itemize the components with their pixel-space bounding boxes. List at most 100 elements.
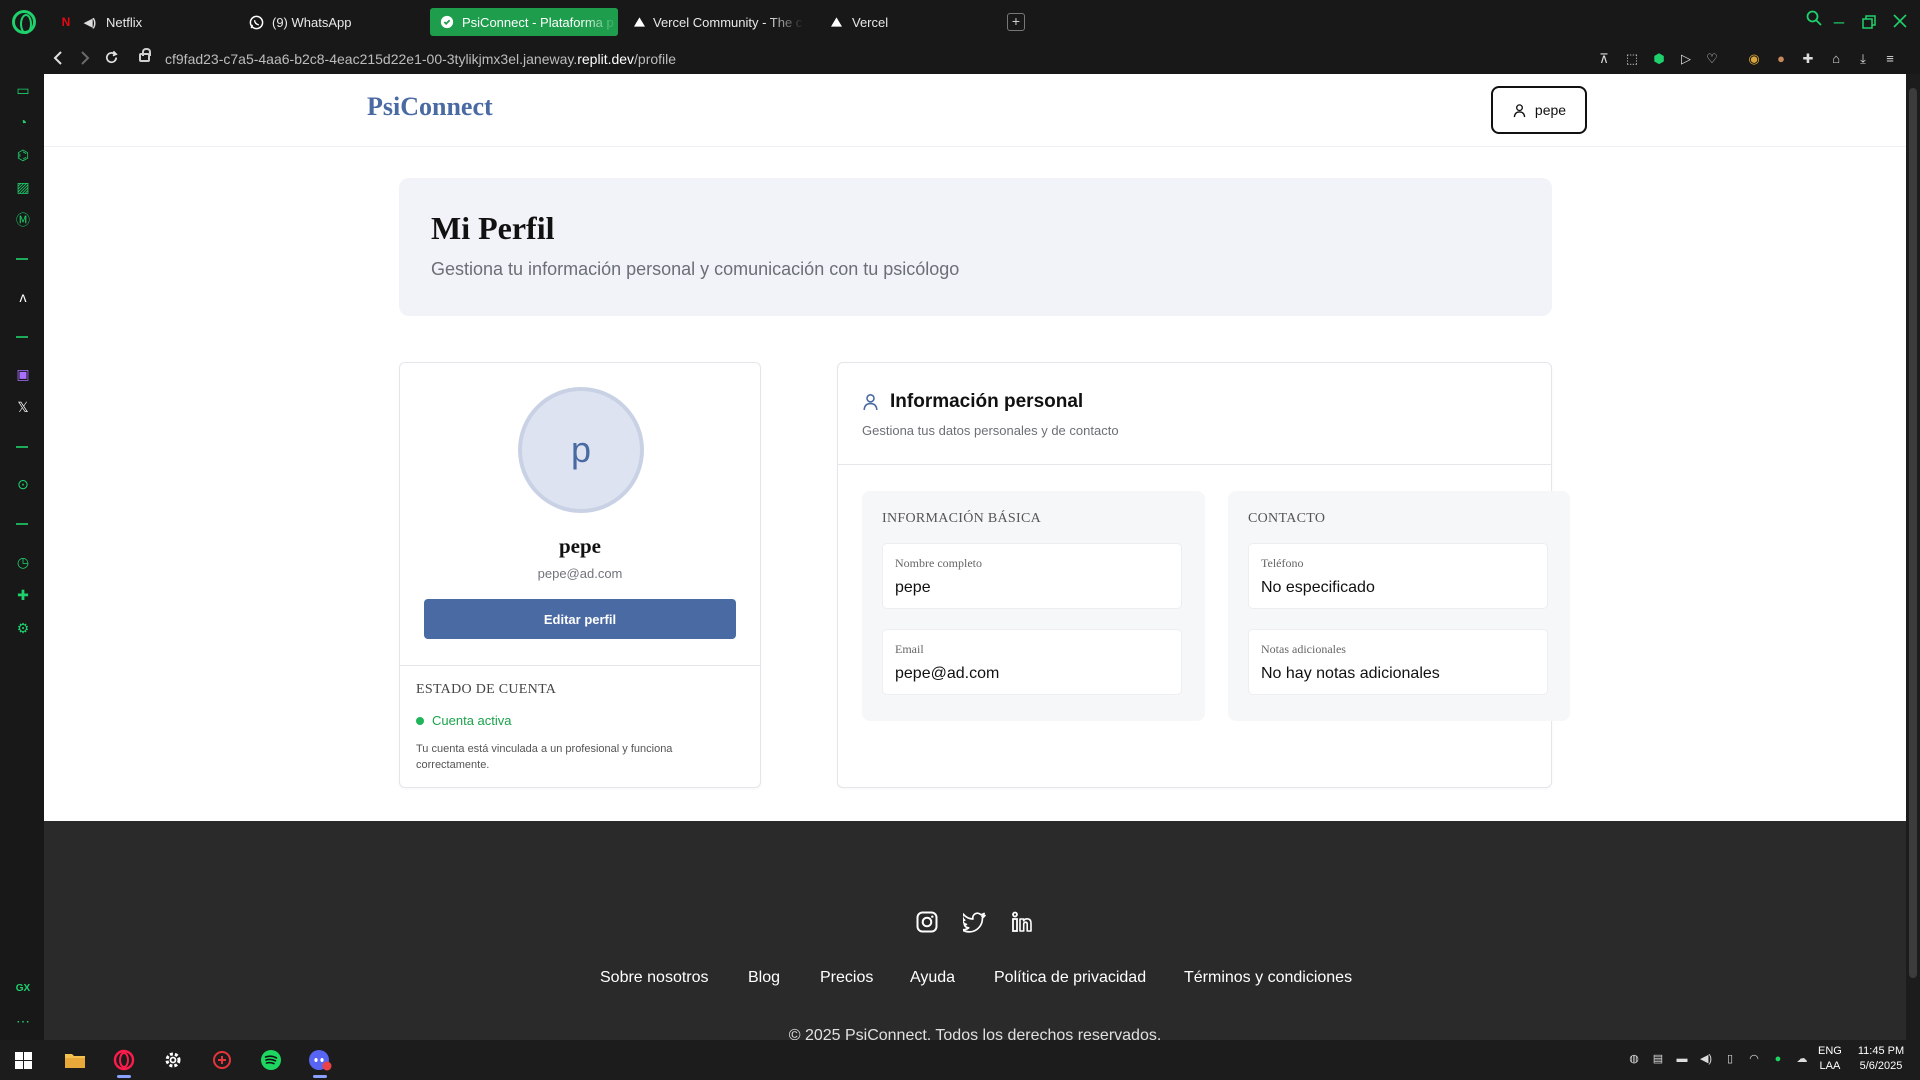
url-field[interactable]: cf9fad23-c7a5-4aa6-b2c8-4eac215d22e1-00-… xyxy=(165,51,676,67)
windows-taskbar: ◍ ▤ ▬ ◀) ▯ ◠ ● ☁ ENG LAA 11:45 PM 5/6/20… xyxy=(0,1040,1920,1080)
whatsapp-icon xyxy=(248,14,264,30)
account-status-note: Tu cuenta está vinculada a un profesiona… xyxy=(416,743,673,771)
language-indicator[interactable]: ENG LAA xyxy=(1818,1044,1842,1074)
netflix-icon: N xyxy=(61,15,71,29)
user-menu-button[interactable]: pepe xyxy=(1491,86,1587,134)
minimize-button[interactable]: _ xyxy=(1834,4,1844,25)
status-dot-icon xyxy=(416,716,424,725)
new-tab-button[interactable]: + xyxy=(1007,13,1025,31)
footer-link-privacy[interactable]: Política de privacidad xyxy=(994,969,1146,987)
tab-whatsapp[interactable]: (9) WhatsApp xyxy=(238,8,420,36)
music-icon[interactable]: Ⓜ xyxy=(14,211,32,229)
phone-field: Teléfono No especificado xyxy=(1248,543,1548,609)
cookie-icon[interactable]: ● xyxy=(1773,51,1789,67)
onedrive-icon[interactable]: ☁ xyxy=(1795,1052,1809,1066)
opera-logo-icon[interactable] xyxy=(12,10,36,34)
field-label: Teléfono xyxy=(1261,556,1304,570)
field-value: No especificado xyxy=(1261,579,1375,596)
user-icon xyxy=(1513,103,1526,117)
wifi-icon[interactable]: ◠ xyxy=(1747,1052,1761,1066)
site-footer: Sobre nosotros Blog Precios Ayuda Políti… xyxy=(44,821,1906,1040)
pin-icon[interactable]: ⊼ xyxy=(1596,51,1612,67)
shield-icon[interactable]: ⬢ xyxy=(1651,51,1667,67)
basic-info-panel: INFORMACIÓN BÁSICA Nombre completo pepe … xyxy=(862,491,1205,721)
spotify-tray-icon[interactable]: ● xyxy=(1771,1052,1785,1066)
footer-link-blog[interactable]: Blog xyxy=(748,969,780,987)
gx-corner-icon[interactable]: ▨ xyxy=(14,178,32,196)
avatar: p xyxy=(518,387,644,513)
user-menu-label: pepe xyxy=(1534,102,1567,118)
game-launcher-icon[interactable] xyxy=(207,1046,237,1074)
screen: N ◀) Netflix (9) WhatsApp PsiConnect - P… xyxy=(0,0,1920,1080)
more-icon[interactable]: ⋯ xyxy=(14,1012,32,1030)
wallet-icon[interactable]: ⌂ xyxy=(1828,51,1844,67)
extension-icon[interactable]: ◉ xyxy=(1746,51,1762,67)
bot-icon[interactable]: ⌬ xyxy=(14,146,32,164)
contact-panel: CONTACTO Teléfono No especificado Notas … xyxy=(1228,491,1570,721)
puzzle-icon[interactable]: ✚ xyxy=(1800,51,1816,67)
storage-icon[interactable]: ▬ xyxy=(1675,1052,1689,1066)
x-twitter-icon[interactable]: 𝕏 xyxy=(14,398,32,416)
aria-icon[interactable]: ʌ xyxy=(14,288,32,306)
footer-link-terms[interactable]: Términos y condiciones xyxy=(1184,969,1352,987)
tab-vercel-community[interactable]: Vercel Community - The c xyxy=(624,8,804,36)
page-scrollbar[interactable] xyxy=(1906,74,1920,1040)
footer-link-help[interactable]: Ayuda xyxy=(910,969,955,987)
settings-gear-icon[interactable] xyxy=(158,1046,188,1074)
forward-button[interactable] xyxy=(79,48,91,70)
edit-profile-button[interactable]: Editar perfil xyxy=(424,599,736,639)
settings-icon[interactable]: ⚙ xyxy=(14,619,32,637)
download-icon[interactable]: ⤓ xyxy=(1855,51,1871,67)
history-icon[interactable]: ◷ xyxy=(14,553,32,571)
network-icon[interactable]: ▤ xyxy=(1651,1052,1665,1066)
field-value: pepe xyxy=(895,579,931,596)
tab-psiconnect[interactable]: PsiConnect - Plataforma p xyxy=(430,8,618,36)
page-title: Mi Perfil xyxy=(431,210,555,246)
field-value: pepe@ad.com xyxy=(895,665,1000,682)
gx-icon[interactable]: GX xyxy=(14,980,32,998)
twitch-icon[interactable]: ▣ xyxy=(14,365,32,383)
battery-icon[interactable]: ▯ xyxy=(1723,1052,1737,1066)
email-field: Email pepe@ad.com xyxy=(882,629,1182,695)
speaker-icon: ◀) xyxy=(83,16,97,29)
profile-hero: Mi Perfil Gestiona tu información person… xyxy=(399,178,1552,316)
restore-button[interactable] xyxy=(1862,13,1876,34)
tab-vercel[interactable]: Vercel xyxy=(818,8,998,36)
reload-button[interactable] xyxy=(104,48,119,70)
player-icon[interactable]: ⊙ xyxy=(14,475,32,493)
linkedin-icon[interactable] xyxy=(1010,910,1034,934)
spotify-icon[interactable] xyxy=(256,1046,286,1074)
brand-logo[interactable]: PsiConnect xyxy=(367,92,493,122)
snapshot-icon[interactable]: ⬚ xyxy=(1624,51,1640,67)
copyright: © 2025 PsiConnect. Todos los derechos re… xyxy=(788,1027,1162,1040)
browser-tab-bar: N ◀) Netflix (9) WhatsApp PsiConnect - P… xyxy=(0,0,1920,44)
twitter-icon[interactable] xyxy=(960,910,987,934)
extensions-icon[interactable]: ✚ xyxy=(14,586,32,604)
field-label: Email xyxy=(895,642,924,656)
close-window-button[interactable] xyxy=(1893,12,1907,33)
page-subtitle: Gestiona tu información personal y comun… xyxy=(431,259,960,279)
instagram-icon[interactable] xyxy=(915,910,939,934)
send-icon[interactable]: ▷ xyxy=(1678,51,1694,67)
gx-control-icon[interactable]: ▭ xyxy=(14,81,32,99)
divider xyxy=(400,665,760,666)
back-button[interactable] xyxy=(52,48,64,70)
discord-tray-icon[interactable]: ◍ xyxy=(1627,1052,1641,1066)
lock-icon[interactable] xyxy=(139,48,151,62)
file-explorer-icon[interactable] xyxy=(60,1046,90,1074)
scrollbar-thumb[interactable] xyxy=(1909,88,1917,978)
footer-link-about[interactable]: Sobre nosotros xyxy=(600,969,709,987)
tab-netflix[interactable]: N ◀) Netflix xyxy=(48,8,230,36)
tab-label: Vercel xyxy=(852,14,889,30)
speed-icon[interactable]: ◔ xyxy=(14,113,32,131)
windows-start-icon[interactable] xyxy=(15,1052,32,1069)
system-clock[interactable]: 11:45 PM 5/6/2025 xyxy=(1851,1044,1911,1074)
volume-icon[interactable]: ◀) xyxy=(1699,1052,1713,1066)
opera-gx-taskbar-icon[interactable] xyxy=(109,1046,139,1078)
search-tabs-icon[interactable] xyxy=(1806,10,1822,31)
heart-icon[interactable]: ♡ xyxy=(1704,51,1720,67)
basic-info-title: INFORMACIÓN BÁSICA xyxy=(882,511,1042,526)
menu-icon[interactable]: ≡ xyxy=(1882,51,1898,67)
discord-icon[interactable] xyxy=(305,1046,335,1078)
footer-link-pricing[interactable]: Precios xyxy=(820,969,873,987)
